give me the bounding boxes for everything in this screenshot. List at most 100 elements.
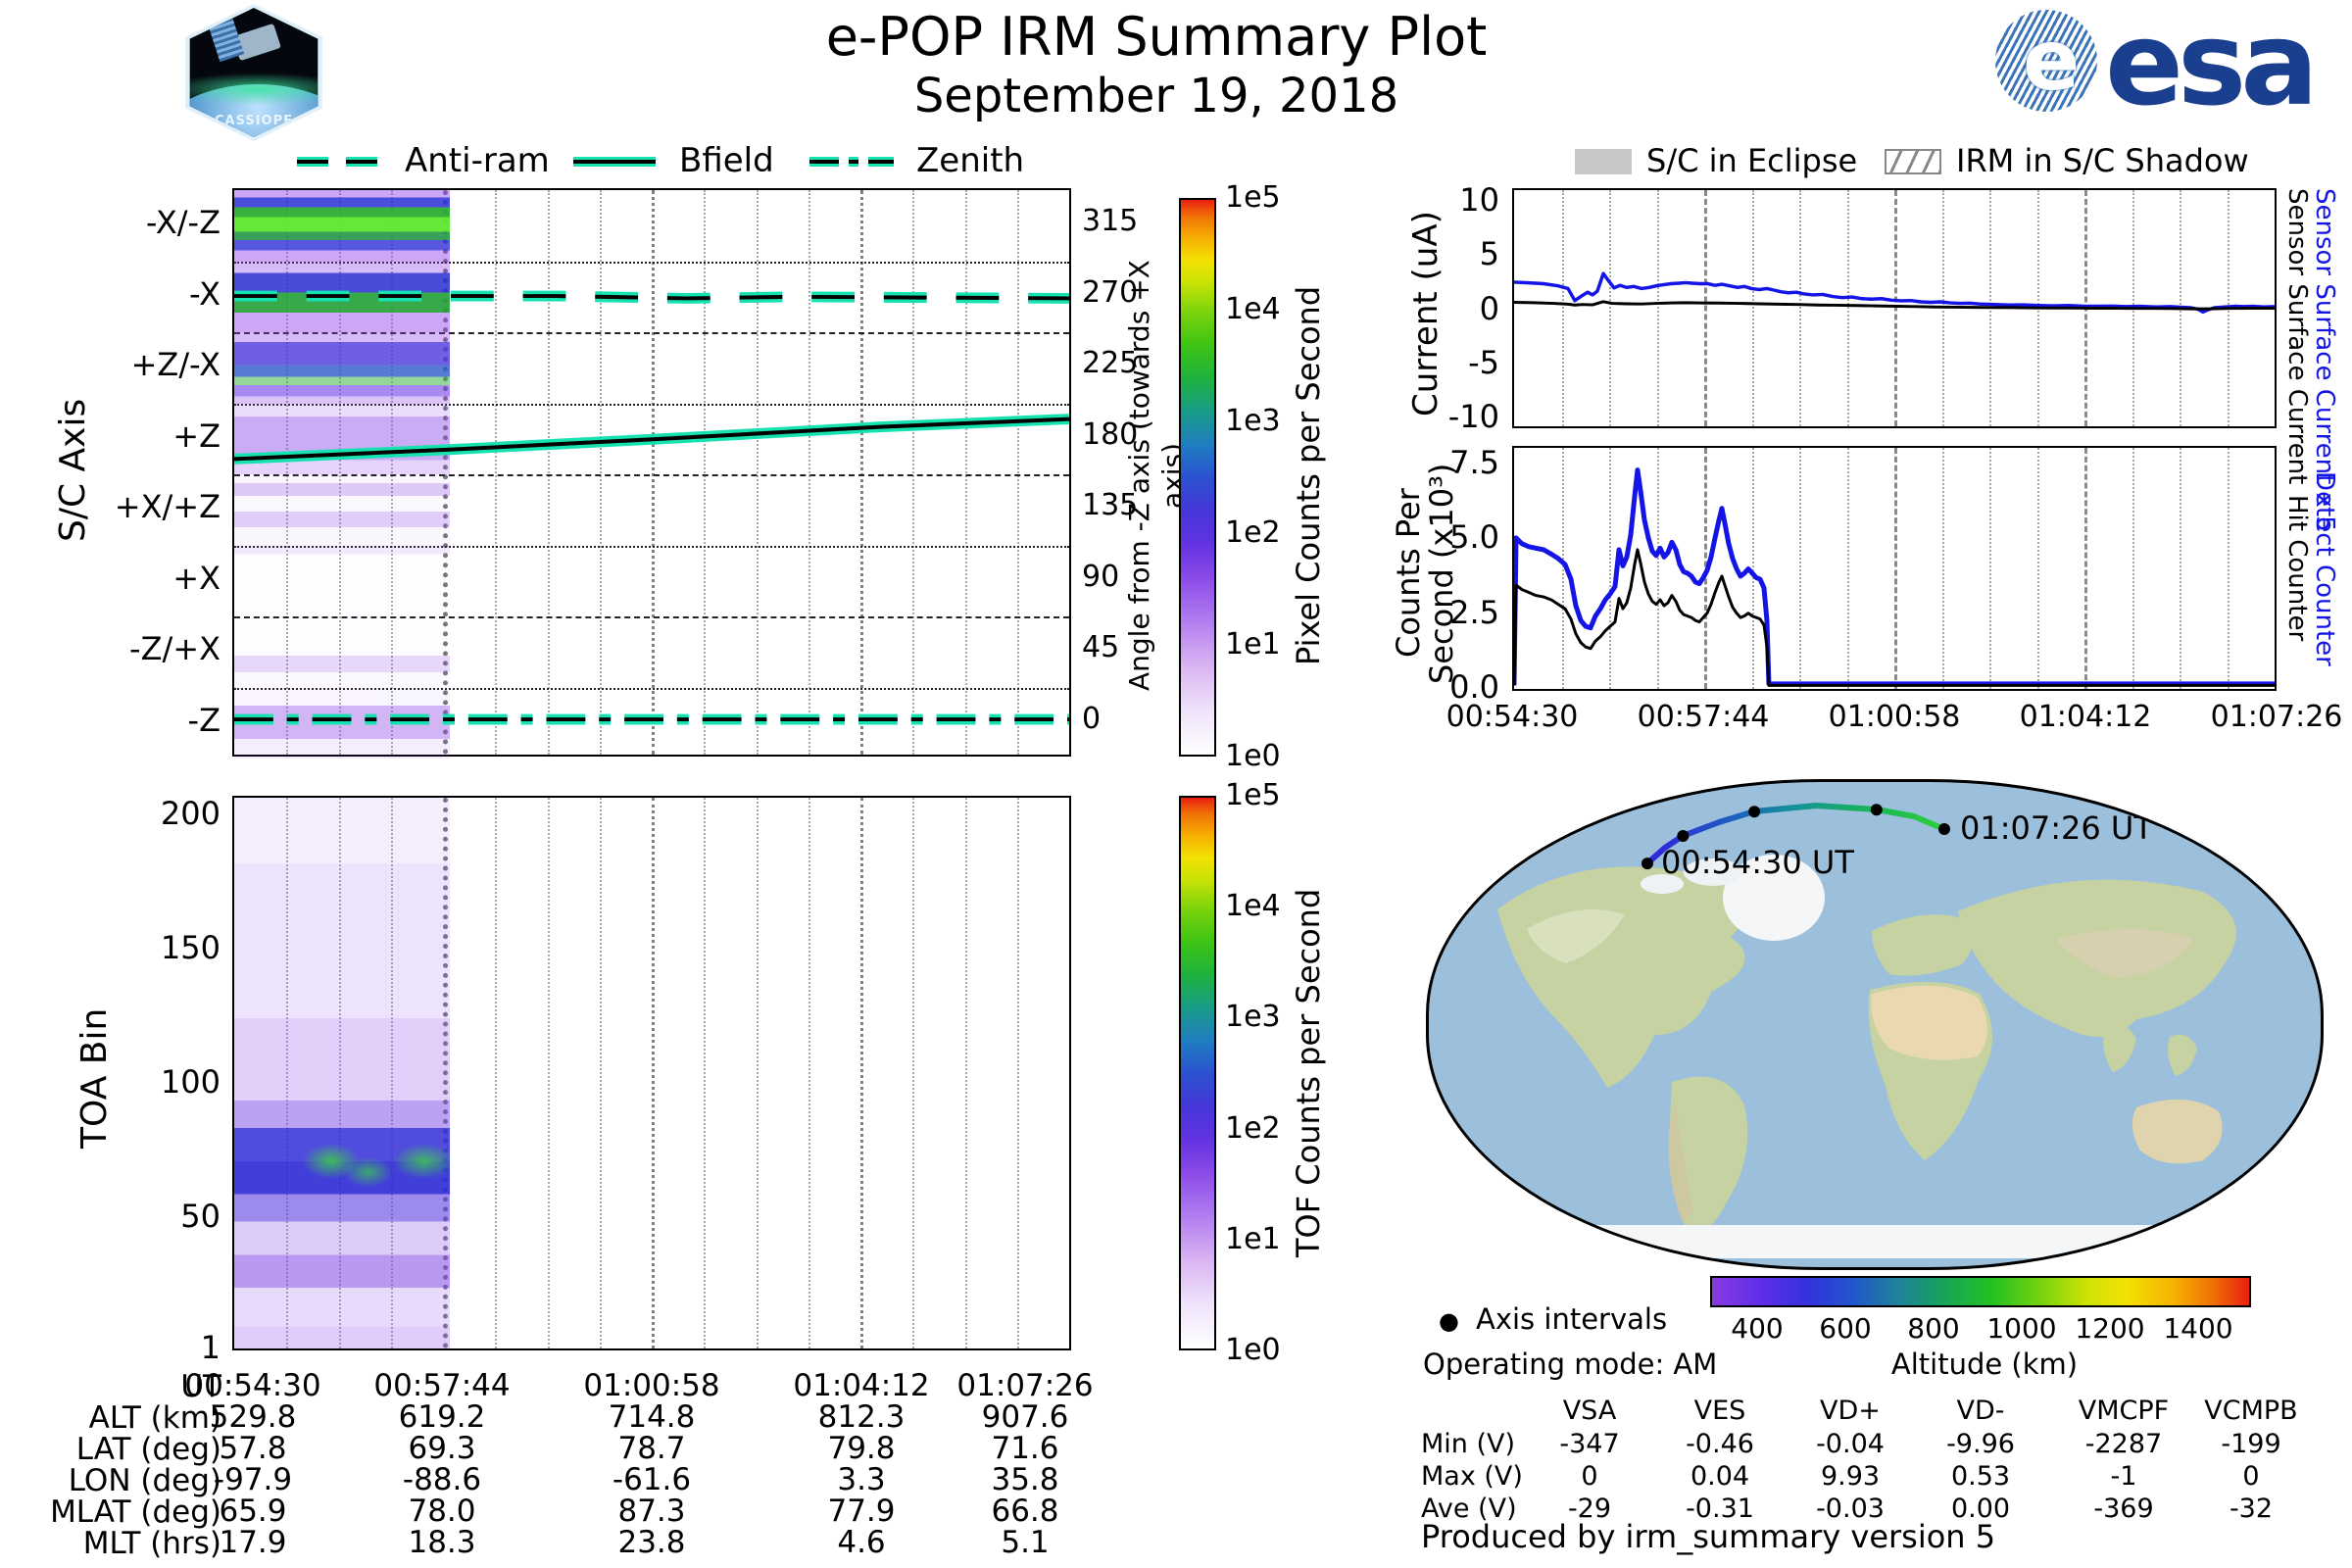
- axis-intervals-label: Axis intervals: [1476, 1302, 1668, 1336]
- counts-xtick: 00:54:30: [1446, 700, 1579, 734]
- ephemeris-cell: 78.7: [617, 1431, 686, 1466]
- voltage-col-header: VES: [1693, 1396, 1746, 1426]
- counts-xtick: 00:57:44: [1637, 700, 1770, 734]
- cassiope-mission-patch-icon: CASSIOPE: [185, 4, 322, 141]
- colorbar-tick-label: 1e0: [1225, 1333, 1281, 1367]
- sc-axis-right-tick: 45: [1082, 630, 1120, 665]
- eclipse-swatch: [1575, 149, 1632, 174]
- sc-axis-row-label: -X: [189, 274, 220, 313]
- colorbar-tick-label: 1e1: [1225, 1221, 1281, 1256]
- esa-logo: e esa: [1995, 0, 2319, 131]
- voltage-cell: -0.46: [1686, 1429, 1754, 1459]
- voltage-col-header: VMCPF: [2078, 1396, 2170, 1426]
- ephemeris-cell: 812.3: [817, 1399, 906, 1435]
- legend-label-zenith: Zenith: [916, 141, 1025, 180]
- plot-lines-svg: [1514, 271, 2275, 315]
- sc-axis-row-label: -X/-Z: [145, 204, 220, 242]
- pixel-colorbar-label: Pixel Counts per Second: [1290, 285, 1327, 665]
- patch-label: CASSIOPE: [214, 114, 294, 128]
- ephemeris-cell: -61.6: [612, 1462, 692, 1497]
- gridline-vertical: [756, 798, 759, 1348]
- gridline-vertical: [547, 798, 550, 1348]
- shadow-hatch-swatch: [1885, 149, 1941, 174]
- gridline-vertical: [704, 798, 707, 1348]
- altitude-colorbar-label: Altitude (km): [1890, 1348, 2079, 1381]
- voltage-cell: -199: [2221, 1429, 2281, 1459]
- legend-label-anti-ram: Anti-ram: [405, 141, 550, 180]
- pixel-colorbar: [1179, 198, 1216, 757]
- counts-ylabel: Counts Per Second (x10³): [1390, 463, 1460, 684]
- axis-intervals-marker-icon: ●: [1439, 1307, 1459, 1335]
- current-ytick: 5: [1479, 235, 1499, 273]
- colorbar-tick-label: 1e4: [1225, 889, 1281, 924]
- voltage-cell: 0: [1581, 1461, 1598, 1492]
- esa-globe-icon: e: [1995, 10, 2097, 112]
- colorbar-tick-label: 1e3: [1225, 404, 1281, 438]
- voltage-cell: 9.93: [1820, 1461, 1881, 1492]
- map-end-label: 01:07:26 UT: [1960, 809, 2153, 847]
- voltage-cell: 0.04: [1690, 1461, 1750, 1492]
- voltage-col-header: VD-: [1956, 1396, 2005, 1426]
- voltage-cell: 0.53: [1950, 1461, 2011, 1492]
- page-title: e-POP IRM Summary Plot: [825, 6, 1488, 68]
- counts-right-label-blue: Detect Counter: [2310, 470, 2339, 666]
- current-right-label-blue: Sensor Surface Current x 5: [2310, 188, 2339, 532]
- counts-ytick: 7.5: [1449, 443, 1499, 481]
- voltage-cell: -347: [1559, 1429, 1620, 1459]
- ephemeris-cell: 17.9: [219, 1525, 287, 1560]
- sc-axis-row-label: -Z/+X: [129, 630, 220, 668]
- current-ytick: -5: [1468, 343, 1499, 381]
- ephemeris-cell: -97.9: [213, 1462, 293, 1497]
- ephemeris-cell: 529.8: [209, 1399, 297, 1435]
- colorbar-tick-label: 1e0: [1225, 739, 1281, 773]
- sc-axis-spectrogram: [232, 188, 1071, 759]
- gridline-vertical: [912, 798, 915, 1348]
- world-map: 00:54:30 UT 01:07:26 UT: [1426, 779, 2324, 1270]
- ephemeris-cell: 01:07:26: [956, 1368, 1094, 1403]
- current-ytick: -10: [1447, 397, 1499, 435]
- ephemeris-cell: 00:54:30: [184, 1368, 321, 1403]
- ephemeris-cell: 57.8: [219, 1431, 287, 1466]
- ephemeris-cell: 78.0: [408, 1494, 476, 1529]
- current-plot: [1512, 188, 2277, 428]
- altitude-tick: 1000: [1986, 1312, 2057, 1345]
- voltage-row-label: Max (V): [1421, 1461, 1523, 1492]
- altitude-tick: 800: [1907, 1312, 1960, 1345]
- ephemeris-cell: 18.3: [408, 1525, 476, 1560]
- counts-right-label-black: Hit Counter: [2282, 495, 2312, 642]
- colorbar-tick-label: 1e2: [1225, 515, 1281, 550]
- voltage-col-header: VCMPB: [2204, 1396, 2298, 1426]
- gridline-vertical: [495, 798, 498, 1348]
- ephemeris-cell: 35.8: [991, 1462, 1059, 1497]
- anti-ram-line-sample: [297, 157, 377, 167]
- legend-label-bfield: Bfield: [679, 141, 774, 180]
- colorbar-tick-label: 1e5: [1225, 778, 1281, 812]
- ephemeris-cell: 87.3: [617, 1494, 686, 1529]
- voltage-cell: 0: [2242, 1461, 2260, 1492]
- ephemeris-cell: 4.6: [837, 1525, 886, 1560]
- plot-lines-svg: [1514, 467, 2275, 687]
- esa-wordmark: esa: [2105, 0, 2319, 131]
- toa-ylabel: TOA Bin: [74, 1007, 115, 1149]
- ephemeris-cell: 907.6: [981, 1399, 1069, 1435]
- gridline-vertical: [860, 798, 863, 1348]
- toa-ytick: 200: [160, 795, 220, 832]
- gridline-vertical: [964, 798, 967, 1348]
- sc-axis-right-tick: 90: [1082, 559, 1120, 594]
- axis-interval-dot: [1677, 829, 1690, 842]
- map-svg: [1472, 803, 2284, 1258]
- sc-axis-row-label: +X: [172, 559, 220, 597]
- voltage-cell: -2287: [2084, 1429, 2163, 1459]
- voltage-cell: -1: [2110, 1461, 2137, 1492]
- altitude-tick: 400: [1731, 1312, 1784, 1345]
- ephemeris-cell: 00:57:44: [373, 1368, 511, 1403]
- ephemeris-cell: 714.8: [608, 1399, 696, 1435]
- voltage-cell: -0.04: [1816, 1429, 1885, 1459]
- axis-interval-dot: [1937, 823, 1950, 836]
- sc-axis-row-label: +Z/-X: [130, 346, 220, 384]
- legend-label-shadow: IRM in S/C Shadow: [1956, 142, 2249, 179]
- operating-mode: Operating mode: AM: [1423, 1348, 1718, 1381]
- altitude-tick: 1200: [2075, 1312, 2145, 1345]
- legend-label-eclipse: S/C in Eclipse: [1646, 142, 1858, 179]
- counts-xtick: 01:07:26: [2210, 700, 2343, 734]
